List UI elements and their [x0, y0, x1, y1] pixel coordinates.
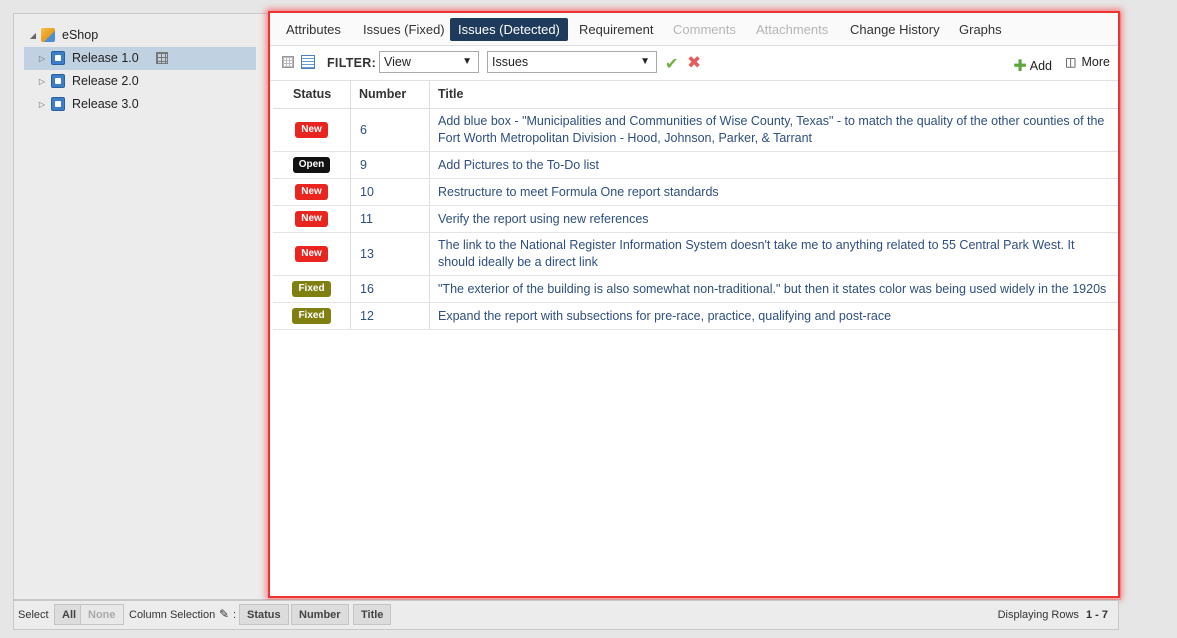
- issue-title[interactable]: Expand the report with subsections for p…: [430, 303, 1118, 329]
- status-cell: New: [273, 179, 350, 205]
- expand-right-icon[interactable]: ▷: [37, 47, 47, 70]
- table-row[interactable]: New 11 Verify the report using new referen…: [273, 206, 1118, 233]
- more-label: More: [1081, 55, 1110, 69]
- release-icon: [51, 51, 65, 65]
- issue-number[interactable]: 12: [351, 303, 429, 329]
- issue-number[interactable]: 9: [351, 152, 429, 178]
- plus-icon: ✚: [1013, 58, 1027, 75]
- status-badge: New: [295, 246, 328, 262]
- header-status[interactable]: Status: [283, 81, 360, 108]
- issue-number[interactable]: 11: [351, 206, 429, 232]
- header-title[interactable]: Title: [430, 81, 463, 108]
- tree-item-release-3[interactable]: ▷ Release 3.0: [24, 93, 256, 116]
- more-icon: ◫: [1065, 55, 1077, 69]
- column-number-button[interactable]: Number: [291, 604, 349, 625]
- add-button[interactable]: ✚ Add: [1013, 55, 1052, 75]
- tree-item-label: eShop: [62, 28, 99, 42]
- column-status-button[interactable]: Status: [239, 604, 289, 625]
- tab-comments: Comments: [673, 22, 736, 37]
- grid-view-icon[interactable]: [282, 56, 294, 68]
- pencil-icon[interactable]: ✎: [219, 607, 229, 621]
- type-select-value: Issues: [492, 55, 529, 69]
- expand-down-icon[interactable]: ◢: [28, 24, 38, 47]
- status-cell: Fixed: [273, 276, 350, 302]
- issue-title[interactable]: Restructure to meet Formula One report s…: [430, 179, 1118, 205]
- issue-title[interactable]: Add blue box - "Municipalities and Commu…: [430, 109, 1118, 151]
- list-view-icon[interactable]: [301, 55, 315, 69]
- tab-attributes[interactable]: Attributes: [278, 18, 349, 41]
- tab-issues-detected[interactable]: Issues (Detected): [450, 18, 568, 41]
- grid-view-icon[interactable]: [156, 52, 168, 64]
- tree-item-root[interactable]: ◢ eShop: [24, 24, 256, 47]
- tree-item-label: Release 3.0: [72, 97, 139, 111]
- issue-title[interactable]: The link to the National Register Inform…: [430, 233, 1118, 275]
- tab-requirement[interactable]: Requirement: [571, 18, 661, 41]
- table-row[interactable]: Fixed 12 Expand the report with subsection…: [273, 303, 1118, 330]
- release-icon: [51, 74, 65, 88]
- apply-filter-icon[interactable]: ✔: [665, 54, 678, 74]
- header-number[interactable]: Number: [351, 81, 429, 108]
- issue-title[interactable]: "The exterior of the building is also so…: [430, 276, 1118, 302]
- tab-bar: Attributes Issues (Fixed) Issues (Detect…: [270, 13, 1118, 46]
- select-label: Select: [18, 609, 49, 621]
- rows-display: Displaying Rows 1 - 7: [998, 609, 1108, 621]
- tree-item-release-2[interactable]: ▷ Release 2.0: [24, 70, 256, 93]
- issues-table: Status Number Title New 6 Add blue box - "…: [273, 81, 1118, 330]
- issue-number[interactable]: 16: [351, 276, 429, 302]
- project-icon: [41, 28, 55, 42]
- issue-title[interactable]: Verify the report using new references: [430, 206, 1118, 232]
- clear-filter-icon[interactable]: ✖: [687, 53, 701, 73]
- filter-label: FILTER:: [327, 56, 377, 70]
- tree-item-label: Release 2.0: [72, 74, 139, 88]
- rows-label: Displaying Rows: [997, 609, 1079, 621]
- table-header: Status Number Title: [273, 81, 1118, 109]
- status-cell: Fixed: [273, 303, 350, 329]
- expand-right-icon[interactable]: ▷: [37, 70, 47, 93]
- tab-issues-fixed[interactable]: Issues (Fixed): [355, 18, 453, 41]
- issue-title[interactable]: Add Pictures to the To-Do list: [430, 152, 1118, 178]
- status-cell: New: [273, 233, 350, 275]
- tab-attachments: Attachments: [756, 22, 829, 37]
- table-row[interactable]: New 13 The link to the National Register I…: [273, 233, 1118, 276]
- status-badge: New: [295, 122, 328, 138]
- expand-right-icon[interactable]: ▷: [37, 93, 47, 116]
- column-selection-label: Column Selection: [129, 609, 216, 621]
- status-cell: New: [273, 206, 350, 232]
- status-badge: Fixed: [292, 308, 331, 324]
- filter-toolbar: FILTER: View ▼ Issues ▼ ✔ ✖ ✚ Add ◫ More: [270, 46, 1118, 81]
- table-row[interactable]: New 10 Restructure to meet Formula One rep…: [273, 179, 1118, 206]
- table-row[interactable]: New 6 Add blue box - "Municipalities and C…: [273, 109, 1118, 152]
- release-icon: [51, 97, 65, 111]
- tab-change-history[interactable]: Change History: [842, 18, 948, 41]
- rows-range: 1 - 7: [1085, 609, 1108, 621]
- status-badge: Open: [292, 157, 331, 173]
- tree-item-label: Release 1.0: [72, 51, 139, 65]
- bottom-bar: Select All None Column Selection ✎ : Sta…: [13, 600, 1119, 630]
- view-select-value: View: [384, 55, 411, 69]
- status-badge: New: [295, 184, 328, 200]
- type-select[interactable]: Issues ▼: [487, 51, 657, 73]
- release-tree: ◢ eShop ▷ Release 1.0 ▷ Release 2.0 ▷ Re…: [24, 24, 256, 116]
- caret-down-icon: ▼: [462, 56, 472, 67]
- issue-number[interactable]: 13: [351, 233, 429, 275]
- table-body: New 6 Add blue box - "Municipalities and C…: [273, 109, 1118, 330]
- status-badge: New: [295, 211, 328, 227]
- issue-number[interactable]: 6: [351, 109, 429, 151]
- caret-down-icon: ▼: [640, 56, 650, 67]
- detail-panel: Attributes Issues (Fixed) Issues (Detect…: [268, 11, 1120, 598]
- view-select[interactable]: View ▼: [379, 51, 479, 73]
- table-row[interactable]: Open 9 Add Pictures to the To-Do list: [273, 152, 1118, 179]
- column-title-button[interactable]: Title: [353, 604, 392, 625]
- status-badge: Fixed: [292, 281, 331, 297]
- more-button[interactable]: ◫ More: [1065, 55, 1110, 69]
- tab-graphs[interactable]: Graphs: [951, 18, 1010, 41]
- add-label: Add: [1029, 59, 1052, 73]
- status-cell: New: [273, 109, 350, 151]
- status-cell: Open: [273, 152, 350, 178]
- issue-number[interactable]: 10: [351, 179, 429, 205]
- tree-item-release-1[interactable]: ▷ Release 1.0: [24, 47, 256, 70]
- select-none-button[interactable]: None: [80, 604, 124, 625]
- table-row[interactable]: Fixed 16 "The exterior of the building is …: [273, 276, 1118, 303]
